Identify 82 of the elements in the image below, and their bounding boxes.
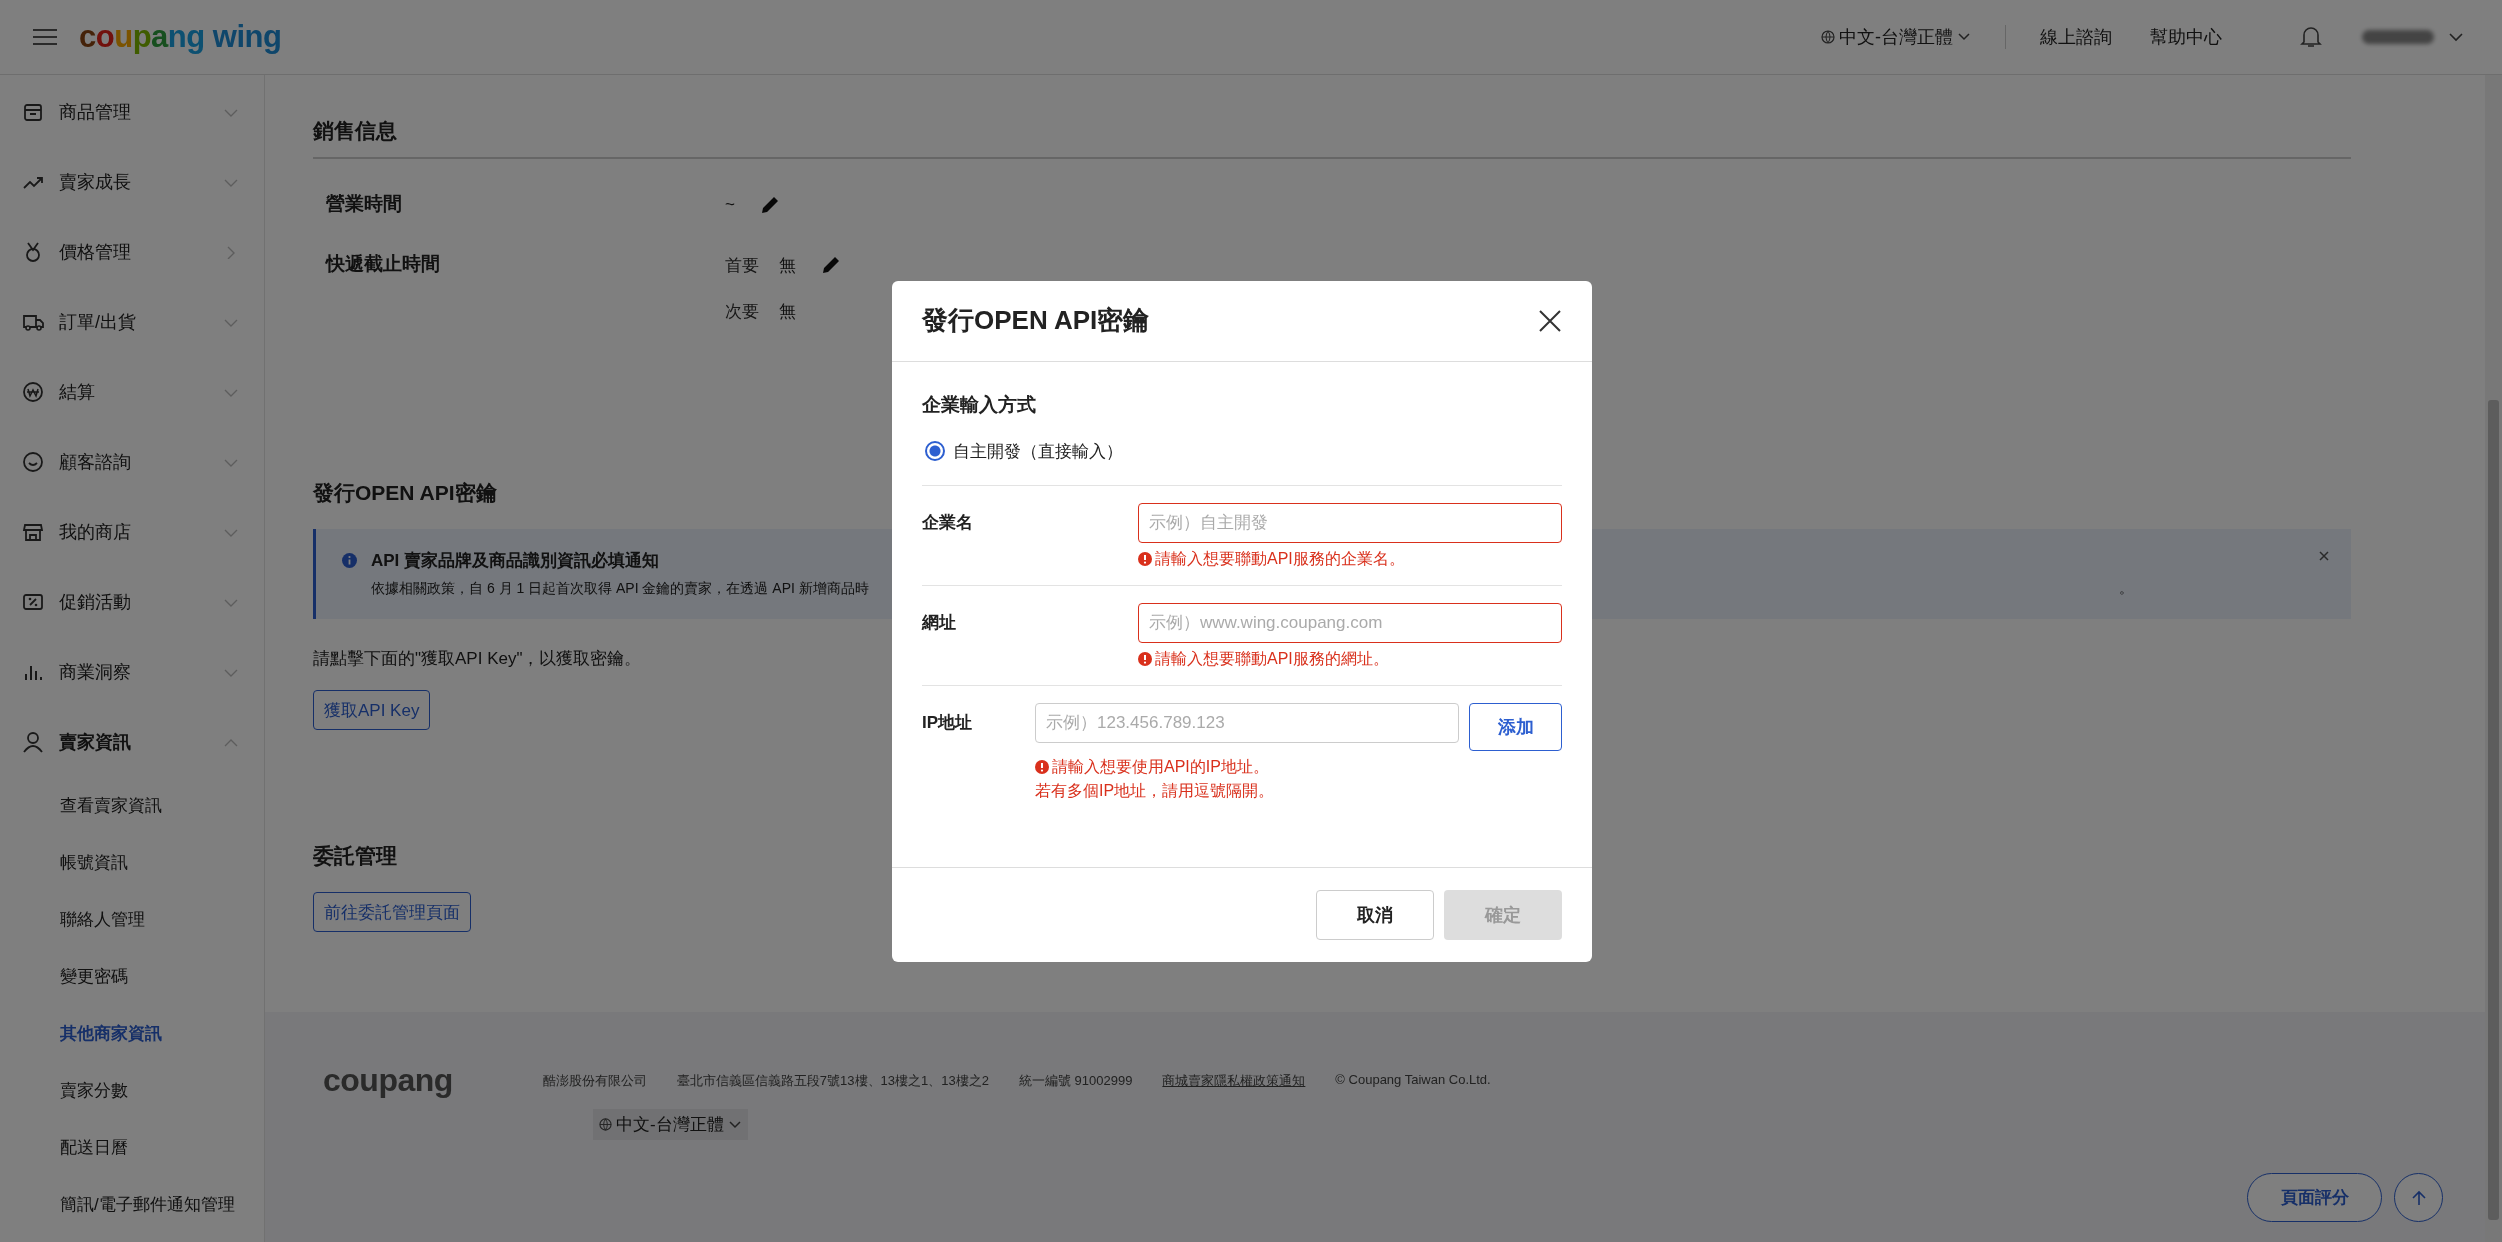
scroll-top-button[interactable] — [2394, 1173, 2443, 1222]
footer-text: © Coupang Taiwan Co.Ltd. — [1335, 1071, 1491, 1089]
header-link[interactable]: 幫助中心 — [2150, 25, 2222, 49]
error-icon — [1035, 759, 1049, 774]
bell-icon[interactable] — [2300, 25, 2322, 49]
sidebar-item[interactable]: 訂單/出貨 — [0, 287, 264, 357]
sidebar-icon — [22, 451, 44, 473]
sidebar-item[interactable]: 顧客諮詢 — [0, 427, 264, 497]
sidebar-icon — [22, 101, 44, 123]
submenu-item[interactable]: 聯絡人管理 — [0, 891, 264, 948]
submenu-item[interactable]: 賣家分數 — [0, 1062, 264, 1119]
error-message: 請輸入想要聯動API服務的網址。 — [1155, 648, 1389, 669]
submenu-item[interactable]: 其他商家資訊 — [0, 1005, 264, 1062]
group-label: 企業輸入方式 — [922, 392, 1037, 417]
sidebar-icon — [22, 381, 44, 403]
footer-logo: coupang — [323, 1062, 453, 1099]
info-icon — [342, 553, 357, 568]
sidebar-item[interactable]: 商業洞察 — [0, 637, 264, 707]
chevron-down-icon — [727, 1119, 742, 1130]
footer-text: 臺北市信義區信義路五段7號13樓、13樓之1、13樓之2 — [676, 1071, 989, 1090]
instruction-text: 請點擊下面的"獲取API Key"，以獲取密鑰。 — [313, 648, 642, 670]
notice-title: API 賣家品牌及商品識別資訊必填通知 — [371, 551, 660, 570]
submenu-item[interactable]: 查看賣家資訊 — [0, 777, 264, 834]
rate-page-button[interactable]: 頁面評分 — [2247, 1173, 2382, 1222]
field-label: 網址 — [922, 611, 957, 634]
submenu-item[interactable]: 配送日曆 — [0, 1119, 264, 1176]
error-icon — [1138, 551, 1152, 566]
input-field[interactable]: 示例）www.wing.coupang.com — [1138, 602, 1562, 643]
radio-label[interactable]: 自主開發（直接輸入） — [953, 439, 1123, 463]
footer-text: 酷澎股份有限公司 — [542, 1071, 647, 1090]
logo[interactable]: coupang wing — [79, 19, 282, 55]
submenu-item[interactable]: 簡訊/電子郵件通知管理 — [0, 1176, 264, 1233]
close-icon[interactable] — [1538, 308, 1562, 333]
sidebar-item[interactable]: 商品管理 — [0, 77, 264, 147]
field-name: 次要 — [725, 300, 759, 323]
sidebar-item[interactable]: 賣家資訊 — [0, 707, 264, 777]
blurred-username[interactable] — [2362, 30, 2434, 44]
notice-text: 依據相關政策，自 6 月 1 日起首次取得 API 金鑰的賣家，在透過 API 新增商品時 — [371, 580, 869, 598]
field-value: ~ — [725, 195, 735, 215]
footer-link[interactable]: 商城賣家隱私權政策通知 — [1162, 1071, 1306, 1090]
error-message: 請輸入想要使用API的IP地址。 — [1052, 756, 1269, 777]
section-title: 發行OPEN API密鑰 — [313, 480, 498, 506]
language-selector[interactable]: 中文-台灣正體 — [1821, 25, 1971, 49]
chevron-down-icon — [1957, 32, 1971, 42]
section-title: 委託管理 — [313, 843, 398, 869]
edit-pencil-icon[interactable] — [820, 254, 842, 276]
sidebar-item[interactable]: 我的商店 — [0, 497, 264, 567]
submenu-item[interactable]: 變更密碼 — [0, 948, 264, 1005]
error-message: 請輸入想要聯動API服務的企業名。 — [1155, 548, 1405, 569]
sidebar-item[interactable]: 價格管理 — [0, 217, 264, 287]
cancel-button[interactable]: 取消 — [1316, 889, 1434, 940]
chevron-down-icon[interactable] — [2448, 32, 2464, 42]
get-api-key-button[interactable]: 獲取API Key — [313, 690, 431, 730]
input-field[interactable]: 示例）自主開發 — [1138, 502, 1562, 543]
notice-text: 。 — [2118, 580, 2133, 598]
error-icon — [1138, 651, 1152, 666]
delegation-page-button[interactable]: 前往委託管理頁面 — [313, 892, 471, 932]
field-name: 首要 — [725, 254, 759, 277]
field-label: 快遞截止時間 — [326, 252, 441, 276]
header-link[interactable]: 線上諮詢 — [2040, 25, 2112, 49]
sidebar-item[interactable]: 促銷活動 — [0, 567, 264, 637]
globe-icon — [599, 1118, 612, 1131]
globe-icon — [1821, 30, 1835, 44]
radio-button[interactable] — [925, 441, 945, 461]
section-title: 銷售信息 — [313, 117, 2351, 159]
field-label: IP地址 — [922, 711, 974, 734]
error-message: 若有多個IP地址，請用逗號隔開。 — [1035, 780, 1275, 801]
add-button[interactable]: 添加 — [1469, 702, 1562, 751]
sidebar-icon — [22, 591, 44, 613]
language-selector[interactable]: 中文-台灣正體 — [593, 1109, 748, 1140]
dialog-title: 發行OPEN API密鑰 — [922, 304, 1150, 337]
sidebar-icon — [22, 731, 44, 753]
submenu-item[interactable]: 帳號資訊 — [0, 834, 264, 891]
sidebar-item[interactable]: 結算 — [0, 357, 264, 427]
sidebar-item[interactable]: 賣家成長 — [0, 147, 264, 217]
scrollbar[interactable] — [2485, 75, 2502, 1242]
field-label: 企業名 — [922, 511, 974, 534]
field-value: 無 — [779, 254, 796, 277]
field-label: 營業時間 — [326, 192, 403, 216]
menu-icon[interactable] — [33, 28, 57, 46]
sidebar-icon — [22, 521, 44, 543]
field-value: 無 — [779, 300, 796, 323]
